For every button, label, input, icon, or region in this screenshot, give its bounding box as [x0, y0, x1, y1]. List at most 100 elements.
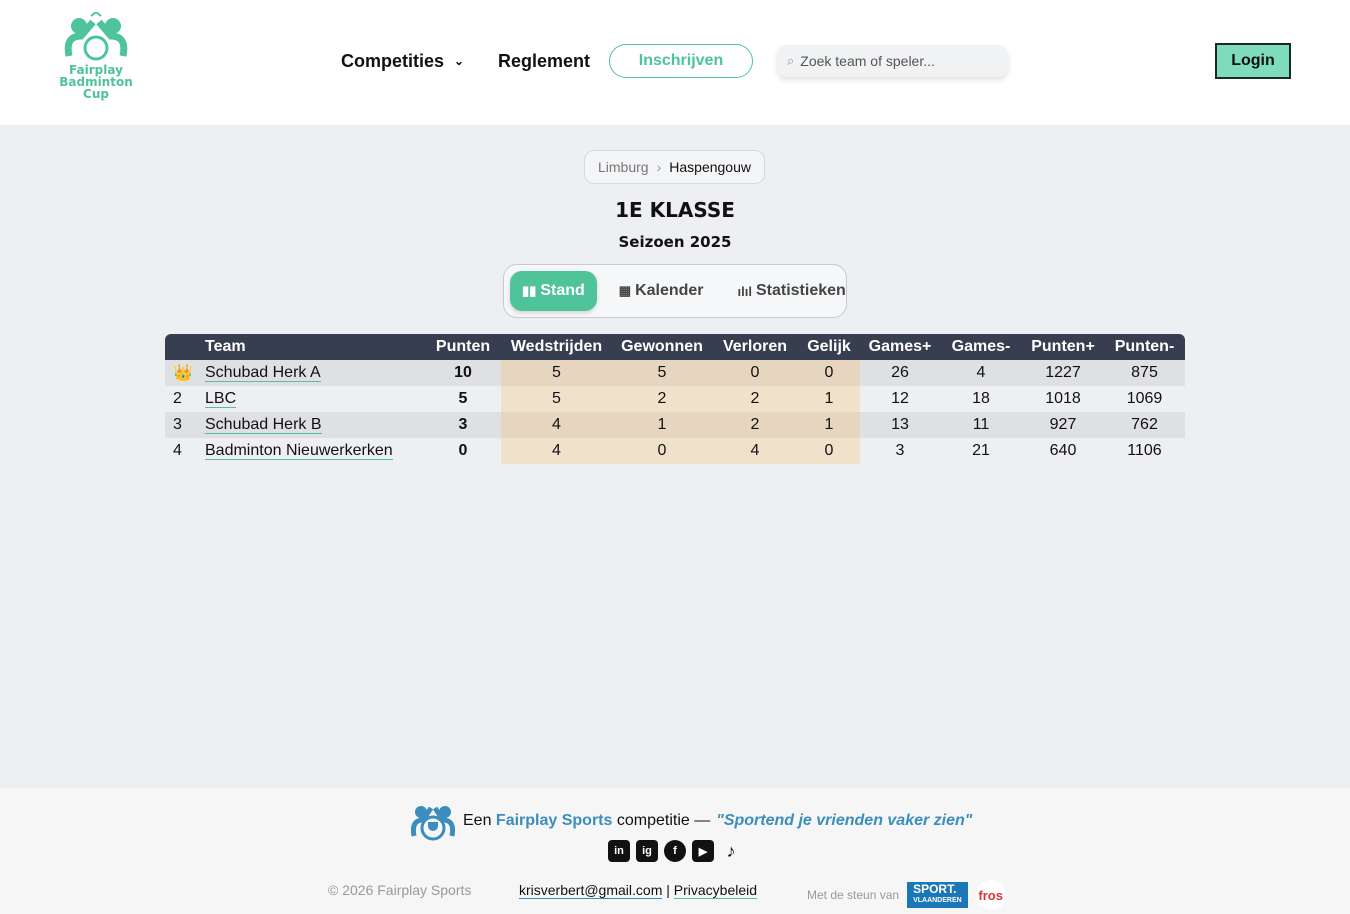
table-header: Team Punten Wedstrijden Gewonnen Verlore…: [165, 334, 1185, 360]
brand-link[interactable]: Fairplay Sports: [496, 812, 612, 830]
cell-wed: 4: [501, 412, 612, 438]
table-row: 2 LBC 5 5 2 2 1 12 18 1018 1069: [165, 386, 1185, 412]
cell-gm: 11: [940, 412, 1022, 438]
col-team: Team: [205, 334, 425, 360]
sponsors-label: Met de steun van: [807, 888, 900, 902]
cell-pm: 762: [1104, 412, 1185, 438]
team-link[interactable]: Schubad Herk A: [205, 364, 321, 382]
col-punten: Punten: [425, 334, 501, 360]
cell-wed: 5: [501, 360, 612, 386]
facebook-icon[interactable]: f: [664, 840, 686, 862]
cell-pp: 1227: [1022, 360, 1104, 386]
stats-icon: ılıl: [737, 283, 752, 299]
tab-stand[interactable]: ▮▮ Stand: [510, 271, 597, 311]
tagline-text: Een: [463, 812, 492, 829]
logo[interactable]: Fairplay Badminton Cup: [56, 12, 136, 100]
nav-reglement[interactable]: Reglement: [498, 44, 590, 78]
instagram-icon[interactable]: ig: [636, 840, 658, 862]
email-link[interactable]: krisverbert@gmail.com: [519, 882, 663, 899]
col-wedstrijden: Wedstrijden: [501, 334, 612, 360]
cell-gm: 4: [940, 360, 1022, 386]
calendar-icon: ▦: [618, 283, 632, 298]
team-link[interactable]: LBC: [205, 390, 237, 408]
chevron-right-icon: ›: [656, 159, 662, 175]
cell-gel: 1: [798, 386, 860, 412]
table-row: 4 Badminton Nieuwerkerken 0 4 0 4 0 3 21 640 1106: [165, 438, 1185, 464]
privacy-link[interactable]: Privacybeleid: [673, 882, 758, 899]
col-rank: [165, 334, 205, 360]
linkedin-icon[interactable]: in: [608, 840, 630, 862]
col-games-min: Games-: [940, 334, 1022, 360]
social-links: in ig f ▶ ♪: [608, 840, 742, 862]
login-button[interactable]: Login: [1215, 43, 1291, 79]
tagline: Een Fairplay Sports competitie — "Sporten…: [409, 800, 972, 842]
logo-text: SPORT.: [913, 882, 957, 896]
logo-text: Cup: [83, 87, 109, 101]
cell-gel: 0: [798, 360, 860, 386]
search-input[interactable]: ⌕ Zoek team of speler...: [777, 45, 1008, 77]
inschrijven-button[interactable]: Inschrijven: [609, 44, 753, 78]
cell-ver: 0: [712, 360, 798, 386]
breadcrumb-limburg[interactable]: Limburg: [598, 159, 649, 175]
page-title: 1E KLASSE: [615, 198, 735, 222]
tabs: ▮▮ Stand ▦ Kalender ılıl Statistieken: [503, 264, 847, 318]
cell-team: LBC: [205, 386, 425, 412]
cell-gm: 18: [972, 390, 990, 407]
cell-pm: 1069: [1126, 390, 1163, 407]
cell-punten: 0: [458, 442, 468, 459]
breadcrumb: Limburg › Haspengouw: [584, 150, 765, 184]
col-gewonnen: Gewonnen: [612, 334, 712, 360]
sponsors: Met de steun van SPORT. VLAANDEREN fros: [807, 880, 1006, 910]
cell-punten: 10: [425, 360, 501, 386]
cell-punten: 3: [425, 412, 501, 438]
cell-gew: 2: [612, 386, 712, 412]
cell-rank: 4: [173, 442, 182, 459]
team-link[interactable]: Schubad Herk B: [205, 416, 322, 434]
cell-pp: 1018: [1045, 390, 1081, 407]
tab-label: Kalender: [635, 282, 704, 299]
nav-competities[interactable]: Competities ⌄: [341, 44, 464, 78]
col-verloren: Verloren: [712, 334, 798, 360]
cell-pp: 927: [1022, 412, 1104, 438]
cell-team: Badminton Nieuwerkerken: [205, 438, 425, 464]
standings-table: Team Punten Wedstrijden Gewonnen Verlore…: [165, 334, 1185, 464]
tiktok-icon[interactable]: ♪: [720, 840, 742, 862]
cell-pm: 1106: [1127, 442, 1162, 459]
cell-rank: 2: [173, 390, 182, 407]
cell-gp: 13: [860, 412, 940, 438]
col-gelijk: Gelijk: [798, 334, 860, 360]
tab-label: Stand: [540, 282, 585, 299]
fros-logo[interactable]: fros: [975, 880, 1006, 910]
table-row: 3 Schubad Herk B 3 4 1 2 1 13 11 927 762: [165, 412, 1185, 438]
team-link[interactable]: Badminton Nieuwerkerken: [205, 442, 393, 460]
cell-rank: 👑: [165, 360, 205, 386]
cell-pp: 640: [1049, 442, 1077, 459]
copyright: © 2026 Fairplay Sports: [328, 882, 472, 898]
quote: "Sportend je vrienden vaker zien": [716, 812, 973, 829]
cell-gew: 1: [612, 412, 712, 438]
fairplay-sports-logo-icon: [410, 806, 456, 841]
col-punten-plus: Punten+: [1022, 334, 1104, 360]
tab-statistieken[interactable]: ılıl Statistieken: [726, 271, 858, 311]
search-icon: ⌕: [787, 53, 795, 68]
cell-pm: 875: [1104, 360, 1185, 386]
col-punten-min: Punten-: [1104, 334, 1185, 360]
cell-ver: 2: [712, 386, 798, 412]
table-row: 👑 Schubad Herk A 10 5 5 0 0 26 4 1227 875: [165, 360, 1185, 386]
tagline-text: competitie —: [616, 812, 711, 829]
bar-chart-icon: ▮▮: [522, 283, 537, 298]
cell-wed: 5: [501, 386, 612, 412]
cell-rank: 3: [165, 412, 205, 438]
cell-gp: 3: [895, 442, 905, 459]
youtube-icon[interactable]: ▶: [692, 840, 714, 862]
sport-vlaanderen-logo[interactable]: SPORT. VLAANDEREN: [907, 882, 968, 908]
tab-label: Statistieken: [755, 282, 846, 299]
tab-kalender[interactable]: ▦ Kalender: [607, 271, 716, 311]
cell-team: Schubad Herk B: [205, 412, 425, 438]
separator: |: [666, 882, 670, 898]
footer: Een Fairplay Sports competitie — "Sporten…: [0, 788, 1350, 914]
cell-team: Schubad Herk A: [205, 360, 425, 386]
header: Fairplay Badminton Cup Competities ⌄ Regl…: [0, 0, 1350, 125]
cell-gel: 1: [798, 412, 860, 438]
logo-icon: [64, 12, 128, 61]
